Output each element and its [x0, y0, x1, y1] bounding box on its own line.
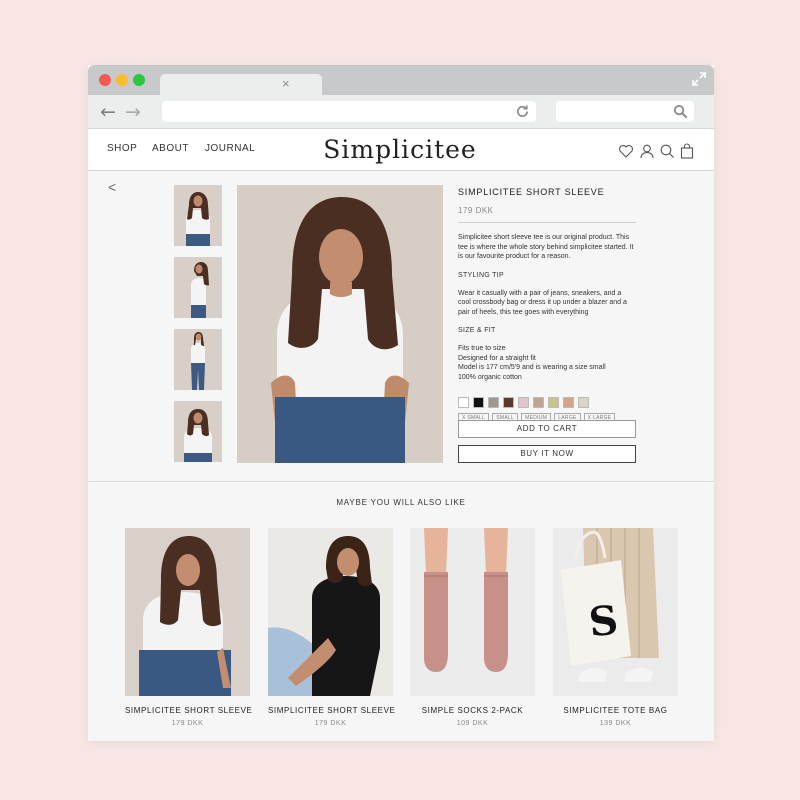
color-swatch[interactable] [473, 397, 484, 408]
maximize-window-button[interactable] [133, 74, 145, 86]
tab-close-icon[interactable]: × [282, 77, 290, 91]
address-bar[interactable] [162, 101, 536, 122]
back-chevron-icon[interactable]: < [108, 179, 116, 195]
browser-search-field[interactable] [556, 101, 694, 122]
socks-photo [410, 528, 535, 696]
browser-title-bar: × [88, 65, 714, 95]
product-thumbnail[interactable] [174, 401, 222, 462]
expand-icon[interactable] [692, 72, 706, 86]
search-icon[interactable] [673, 104, 688, 119]
reload-icon[interactable] [515, 104, 530, 119]
size-fit-line: Fits true to size [458, 345, 506, 352]
tote-logo: S [586, 596, 621, 647]
product-card[interactable]: SIMPLE SOCKS 2-PACK 109 DKK [410, 528, 535, 727]
model-photo [174, 329, 222, 390]
model-photo [174, 257, 222, 318]
color-swatch[interactable] [488, 397, 499, 408]
product-section: < SIMPLICITEE SHORT SLEEVE 179 DKK Simpl… [88, 171, 714, 482]
model-photo [268, 528, 393, 696]
color-swatch[interactable] [533, 397, 544, 408]
size-fit-list: Fits true to size Designed for a straigh… [458, 344, 636, 382]
nav-shop-link[interactable]: SHOP [107, 143, 137, 154]
main-product-image[interactable] [237, 185, 443, 463]
product-thumbnail[interactable] [174, 185, 222, 246]
color-swatch[interactable] [578, 397, 589, 408]
product-price: 179 DKK [458, 206, 494, 215]
recommendations-title: MAYBE YOU WILL ALSO LIKE [336, 498, 466, 507]
browser-tab[interactable] [160, 74, 322, 95]
product-thumbnail[interactable] [174, 257, 222, 318]
size-fit-line: Model is 177 cm/5'9 and is wearing a siz… [458, 364, 606, 371]
minimize-window-button[interactable] [116, 74, 128, 86]
search-icon[interactable] [659, 143, 675, 159]
browser-toolbar: ← → [88, 95, 714, 129]
color-swatches [458, 397, 636, 409]
color-swatch[interactable] [518, 397, 529, 408]
size-fit-label: SIZE & FIT [458, 327, 496, 334]
product-card-image[interactable] [125, 528, 250, 696]
product-card-image[interactable]: S [553, 528, 678, 696]
product-card-name[interactable]: SIMPLICITEE TOTE BAG [553, 706, 678, 715]
product-card-price: 109 DKK [456, 720, 489, 727]
size-fit-line: Designed for a straight fit [458, 354, 536, 362]
styling-tip-text: Wear it casually with a pair of jeans, s… [458, 289, 627, 316]
product-thumbnail[interactable] [174, 329, 222, 390]
forward-arrow-icon[interactable]: → [125, 102, 141, 122]
product-title: SIMPLICITEE SHORT SLEEVE [458, 187, 605, 197]
model-photo [174, 401, 222, 462]
buy-now-button[interactable]: BUY IT NOW [458, 445, 636, 463]
product-card-price: 179 DKK [314, 720, 347, 727]
product-card[interactable]: S SIMPLICITEE TOTE BAG 139 DKK [553, 528, 678, 727]
nav-journal-link[interactable]: JOURNAL [205, 143, 255, 154]
heart-icon[interactable] [618, 143, 634, 159]
recommendations-section: MAYBE YOU WILL ALSO LIKE SIMPLICITEE SHO… [88, 483, 714, 741]
add-to-cart-button[interactable]: ADD TO CART [458, 420, 636, 438]
product-description: Simplicitee short sleeve tee is our orig… [458, 234, 634, 260]
product-card-price: 139 DKK [599, 720, 632, 727]
product-card[interactable]: SIMPLICITEE SHORT SLEEVE 179 DKK [125, 528, 252, 727]
product-card-image[interactable] [268, 528, 393, 696]
divider [458, 222, 636, 223]
product-card[interactable]: SIMPLICITEE SHORT SLEEVE 179 DKK [268, 528, 395, 727]
size-fit-line: 100% organic cotton [458, 373, 522, 381]
product-card-name[interactable]: SIMPLICITEE SHORT SLEEVE [268, 706, 395, 715]
back-arrow-icon[interactable]: ← [100, 102, 116, 122]
brand-logo[interactable]: Simplicitee [300, 135, 500, 164]
user-icon[interactable] [639, 143, 655, 159]
product-card-image[interactable] [410, 528, 535, 696]
model-photo [125, 528, 250, 696]
color-swatch[interactable] [548, 397, 559, 408]
model-photo [174, 185, 222, 246]
model-photo [237, 185, 443, 463]
color-swatch[interactable] [458, 397, 469, 408]
color-swatch[interactable] [563, 397, 574, 408]
nav-about-link[interactable]: ABOUT [152, 143, 189, 154]
styling-tip-label: STYLING TIP [458, 271, 504, 279]
close-window-button[interactable] [99, 74, 111, 86]
product-card-name[interactable]: SIMPLE SOCKS 2-PACK [410, 706, 535, 715]
site-header: SHOP ABOUT JOURNAL Simplicitee [88, 129, 714, 171]
product-details: SIMPLICITEE SHORT SLEEVE 179 DKK Simplic… [458, 187, 636, 425]
product-card-price: 179 DKK [171, 720, 204, 727]
browser-window: × ← → SHOP ABOUT JOURNAL Simplicitee < S… [88, 65, 714, 741]
product-card-name[interactable]: SIMPLICITEE SHORT SLEEVE [125, 706, 252, 715]
bag-icon[interactable] [679, 143, 695, 159]
color-swatch[interactable] [503, 397, 514, 408]
